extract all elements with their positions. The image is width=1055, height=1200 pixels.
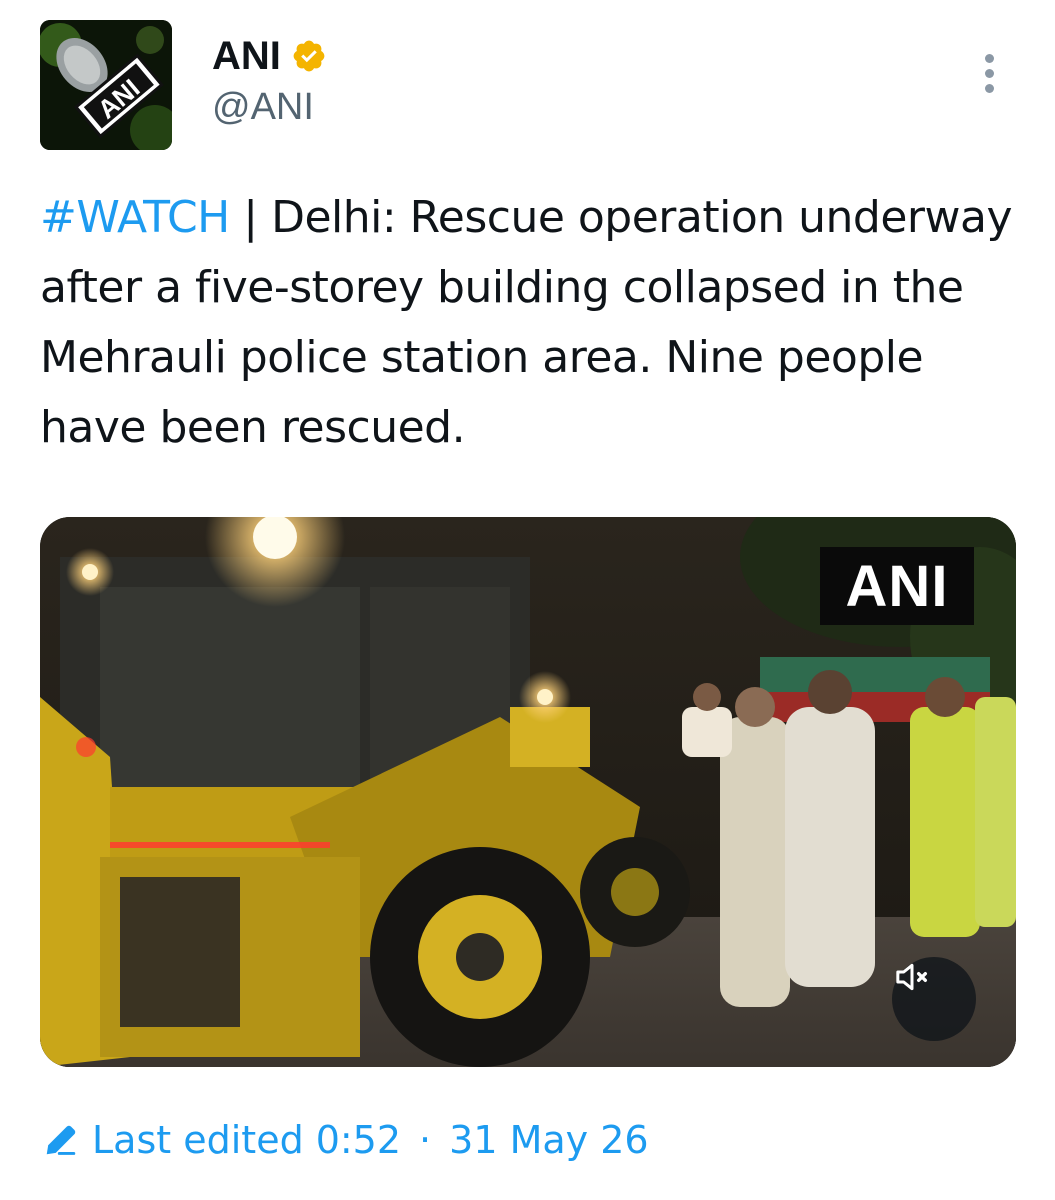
more-options-button[interactable]	[972, 50, 1006, 96]
edited-date: 31 May 26	[449, 1118, 649, 1162]
ani-logo-icon: ANI	[40, 20, 172, 150]
tweet-card: ANI ANI @ANI #WATCH | Delhi: Rescue oper…	[0, 0, 1055, 1200]
verified-badge-icon	[293, 40, 325, 72]
hashtag-link[interactable]: #WATCH	[40, 192, 230, 243]
last-edited-link[interactable]: Last edited 0:52 · 31 May 26	[42, 1114, 649, 1166]
text-separator: |	[229, 192, 272, 243]
avatar[interactable]: ANI	[40, 20, 172, 150]
edited-label: Last edited	[92, 1118, 304, 1162]
media-watermark: ANI	[820, 547, 974, 625]
author-display-name[interactable]: ANI	[212, 36, 281, 76]
speaker-muted-icon	[896, 963, 927, 991]
more-dot-icon	[984, 68, 994, 78]
tweet-text: #WATCH | Delhi: Rescue operation underwa…	[40, 183, 1015, 463]
edited-separator: ·	[419, 1118, 432, 1162]
more-dot-icon	[984, 53, 994, 63]
video-player[interactable]: ANI	[40, 517, 1016, 1067]
pencil-icon	[46, 1125, 76, 1155]
more-dot-icon	[984, 83, 994, 93]
author-handle[interactable]: @ANI	[212, 84, 314, 130]
edited-time: 0:52	[315, 1118, 402, 1162]
mute-toggle-button[interactable]	[892, 957, 976, 1041]
author-name-row[interactable]: ANI	[212, 30, 327, 82]
